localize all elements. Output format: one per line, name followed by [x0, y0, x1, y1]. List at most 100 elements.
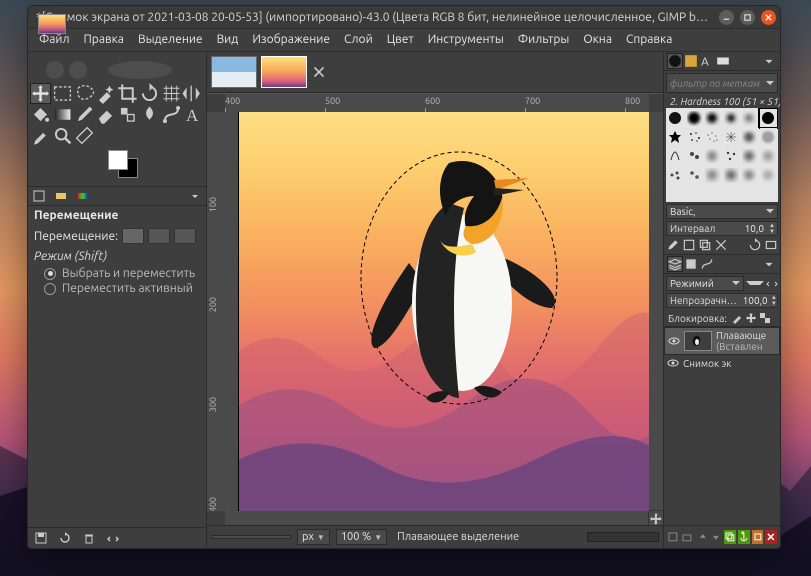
radio-pick-layer[interactable]: Выбрать и переместить: [28, 266, 206, 281]
tab-tool-options-icon[interactable]: [32, 189, 46, 203]
color-swatches[interactable]: [108, 150, 144, 180]
minimize-button[interactable]: [719, 10, 734, 25]
tab-history-icon[interactable]: [716, 54, 730, 68]
canvas-viewport[interactable]: [225, 112, 649, 511]
ruler-v-tick: 300: [208, 397, 218, 412]
tab-paths-icon[interactable]: [700, 257, 714, 271]
layer-group-icon[interactable]: [681, 530, 693, 544]
ruler-horizontal[interactable]: 400 500 600 700 800: [225, 94, 649, 113]
visibility-icon[interactable]: [668, 335, 680, 347]
tab-brushes-icon[interactable]: [668, 54, 682, 68]
duplicate-brush-icon[interactable]: [698, 238, 712, 252]
brush-spacing-spin[interactable]: Интервал 10,0 ▲▼: [666, 221, 778, 236]
canvas[interactable]: [239, 112, 649, 511]
menu-image[interactable]: Изображение: [245, 29, 337, 51]
merge-down-icon[interactable]: [752, 530, 764, 544]
tool-text[interactable]: A: [182, 104, 203, 125]
lower-layer-icon[interactable]: [710, 530, 722, 544]
tab-device-icon[interactable]: [54, 189, 68, 203]
image-tab-2[interactable]: [261, 56, 307, 88]
mode-switch-icon[interactable]: [766, 278, 778, 290]
blend-mode-select[interactable]: Режимий: [666, 276, 744, 291]
menu-help[interactable]: Справка: [619, 29, 679, 51]
tool-path[interactable]: [161, 104, 182, 125]
brush-filter-input[interactable]: фильтр по меткам: [666, 73, 778, 93]
zoom-select[interactable]: 100 %▼: [336, 529, 387, 545]
brush-preset-select[interactable]: Basic,: [666, 204, 778, 219]
radio-move-active[interactable]: Переместить активный: [28, 281, 206, 296]
layer-floating-selection[interactable]: Плавающе (Вставлен: [664, 327, 780, 355]
menu-tools[interactable]: Инструменты: [421, 29, 511, 51]
menu-view[interactable]: Вид: [210, 29, 246, 51]
tab-fonts-icon[interactable]: A: [700, 54, 714, 68]
close-tab-icon[interactable]: [311, 64, 327, 80]
new-brush-icon[interactable]: [682, 238, 696, 252]
tool-crop[interactable]: [117, 83, 138, 104]
delete-layer-icon[interactable]: [765, 530, 777, 544]
tab-undo-history-icon[interactable]: [76, 189, 90, 203]
menu-layer[interactable]: Слой: [337, 29, 380, 51]
menu-windows[interactable]: Окна: [576, 29, 619, 51]
tool-flip[interactable]: [182, 83, 203, 104]
menu-edit[interactable]: Правка: [77, 29, 131, 51]
tool-move[interactable]: [30, 83, 51, 104]
brush-name-label: 2. Hardness 100 (51 × 51): [664, 95, 780, 108]
restore-preset-icon[interactable]: [58, 531, 72, 545]
opacity-spin[interactable]: Непрозрачн… 100,0 ▲▼: [666, 293, 778, 308]
tool-zoom[interactable]: [52, 125, 73, 146]
lock-position-icon[interactable]: [745, 312, 757, 324]
tool-eraser[interactable]: [95, 104, 116, 125]
save-preset-icon[interactable]: [34, 531, 48, 545]
scrollbar-horizontal[interactable]: [225, 510, 649, 525]
maximize-button[interactable]: [740, 10, 755, 25]
duplicate-layer-icon[interactable]: [724, 530, 736, 544]
reset-icon[interactable]: [106, 531, 120, 545]
layer-background[interactable]: Снимок эк: [664, 355, 780, 371]
lock-alpha-icon[interactable]: [759, 312, 771, 324]
menu-filters[interactable]: Фильтры: [511, 29, 577, 51]
close-button[interactable]: [761, 10, 776, 25]
tool-pencil[interactable]: [74, 104, 95, 125]
tool-free-select[interactable]: [74, 83, 95, 104]
anchor-layer-icon[interactable]: [738, 530, 750, 544]
right-tab-menu-icon[interactable]: [762, 54, 776, 68]
tool-fuzzy-select[interactable]: [95, 83, 116, 104]
menu-color[interactable]: Цвет: [380, 29, 421, 51]
tab-channels-icon[interactable]: [684, 257, 698, 271]
tab-patterns-icon[interactable]: [684, 54, 698, 68]
move-layer-toggle[interactable]: [122, 228, 144, 244]
left-tab-menu-icon[interactable]: [188, 189, 202, 203]
scrollbar-vertical[interactable]: [648, 112, 663, 511]
tool-color-picker[interactable]: [30, 125, 51, 146]
tool-warp[interactable]: [161, 83, 182, 104]
tool-smudge[interactable]: [139, 104, 160, 125]
edit-brush-icon[interactable]: [666, 238, 680, 252]
tool-gradient[interactable]: [52, 104, 73, 125]
tool-rect-select[interactable]: [52, 83, 73, 104]
move-path-toggle[interactable]: [174, 228, 196, 244]
tool-rotate[interactable]: [139, 83, 160, 104]
open-as-image-icon[interactable]: [764, 238, 778, 252]
layers-tab-menu-icon[interactable]: [762, 257, 776, 271]
brush-grid[interactable]: [666, 108, 778, 202]
new-layer-icon[interactable]: [667, 530, 679, 544]
tool-bucket[interactable]: [30, 104, 51, 125]
delete-brush-icon[interactable]: [714, 238, 728, 252]
delete-preset-icon[interactable]: [82, 531, 96, 545]
lock-pixels-icon[interactable]: [731, 312, 743, 324]
raise-layer-icon[interactable]: [697, 530, 709, 544]
move-selection-toggle[interactable]: [148, 228, 170, 244]
refresh-brushes-icon[interactable]: [748, 238, 762, 252]
ruler-vertical[interactable]: 100 200 300 400: [207, 112, 226, 511]
pasted-penguin[interactable]: [354, 148, 564, 408]
unit-select[interactable]: px▼: [297, 529, 330, 545]
navigation-icon[interactable]: [648, 510, 663, 525]
tool-measure[interactable]: [74, 125, 95, 146]
tab-layers-icon[interactable]: [668, 257, 682, 271]
svg-text:A: A: [186, 106, 199, 125]
menu-select[interactable]: Выделение: [131, 29, 210, 51]
fg-color[interactable]: [108, 150, 128, 170]
visibility-icon[interactable]: [667, 357, 679, 369]
image-tab-1[interactable]: [211, 56, 257, 88]
tool-clone[interactable]: [117, 104, 138, 125]
